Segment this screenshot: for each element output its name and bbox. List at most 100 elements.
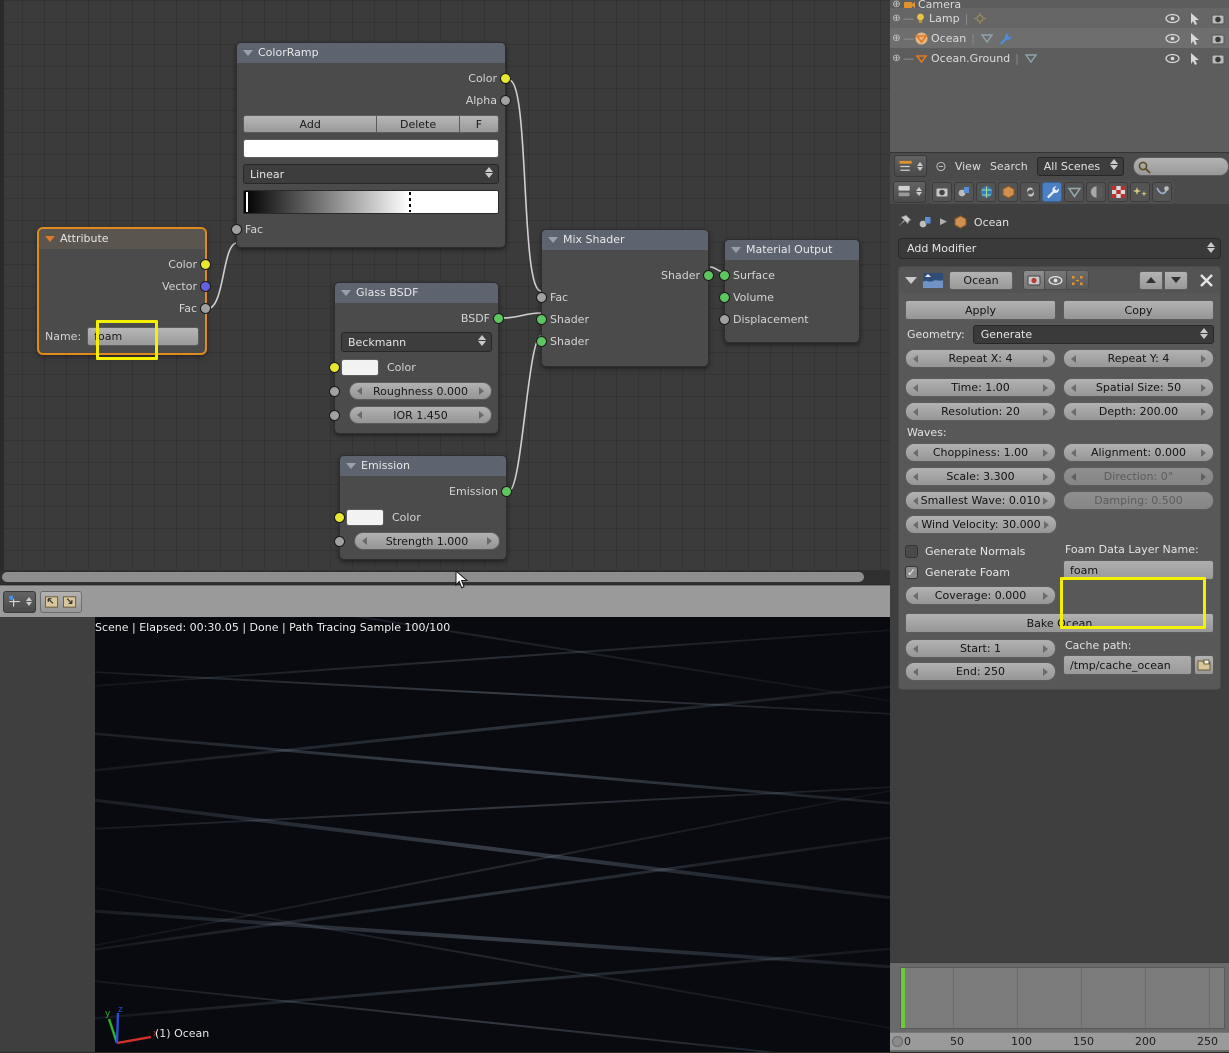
tab-object[interactable]: [998, 181, 1018, 202]
node-emission[interactable]: Emission Emission Color Strength 1.000: [334, 455, 512, 560]
collapse-triangle-icon[interactable]: [548, 237, 558, 243]
start-frame-field[interactable]: Start: 1: [905, 639, 1056, 658]
wind-velocity-field[interactable]: Wind Velocity: 30.000: [905, 515, 1057, 534]
roughness-field[interactable]: Roughness 0.000: [349, 382, 492, 400]
image-copy-icon[interactable]: [62, 594, 78, 609]
copy-button[interactable]: Copy: [1063, 300, 1214, 320]
node-header[interactable]: ColorRamp: [237, 43, 505, 63]
socket-shader-output[interactable]: [703, 269, 714, 281]
socket-fac-input[interactable]: [536, 291, 547, 303]
object-icon[interactable]: [918, 215, 934, 230]
expand-icon[interactable]: ⊕: [890, 13, 903, 24]
geometry-dropdown[interactable]: Generate: [972, 325, 1214, 344]
end-frame-field[interactable]: End: 250: [905, 662, 1056, 681]
outliner-row-lamp[interactable]: ⊕ — Lamp |: [890, 8, 1229, 28]
generate-normals-row[interactable]: Generate Normals: [905, 541, 1056, 562]
node-header[interactable]: Glass BSDF: [335, 283, 498, 303]
add-modifier-dropdown[interactable]: Add Modifier: [898, 238, 1221, 259]
colorramp-name-field[interactable]: [243, 139, 499, 158]
mesh-data-icon[interactable]: [1024, 52, 1038, 65]
tab-modifiers[interactable]: [1042, 181, 1062, 202]
node-header[interactable]: Material Output: [725, 240, 859, 260]
distribution-dropdown[interactable]: Beckmann: [341, 332, 492, 352]
mesh-data-icon[interactable]: [980, 32, 994, 45]
node-header[interactable]: Attribute: [39, 229, 205, 249]
socket-fac-input[interactable]: [231, 223, 242, 235]
render-camera-icon[interactable]: [1211, 32, 1225, 45]
socket-color-input[interactable]: [334, 511, 345, 523]
menu-search[interactable]: Search: [990, 160, 1028, 173]
outliner-row-ocean-ground[interactable]: ⊕ — Ocean.Ground |: [890, 48, 1229, 68]
damping-field[interactable]: Damping: 0.500: [1063, 491, 1214, 510]
generate-foam-row[interactable]: ✓ Generate Foam: [905, 562, 1056, 583]
smallest-wave-field[interactable]: Smallest Wave: 0.010: [905, 491, 1056, 510]
socket-color-input[interactable]: [329, 361, 340, 373]
color-swatch[interactable]: [346, 508, 384, 526]
socket-strength-input[interactable]: [334, 535, 345, 547]
tab-data[interactable]: [1064, 181, 1084, 202]
socket-color-output[interactable]: [200, 258, 211, 270]
tab-material[interactable]: [1086, 181, 1106, 202]
strength-field[interactable]: Strength 1.000: [354, 532, 500, 550]
editor-type-selector[interactable]: [3, 590, 36, 613]
node-material-output[interactable]: Material Output Surface Volume Displacem…: [719, 239, 860, 343]
socket-roughness-input[interactable]: [329, 385, 340, 397]
ramp-stop-1[interactable]: [409, 192, 412, 212]
scene-filter-dropdown[interactable]: All Scenes: [1036, 156, 1124, 176]
delete-button[interactable]: Delete: [377, 115, 460, 133]
render-camera-icon[interactable]: [1211, 12, 1225, 25]
node-attribute[interactable]: Attribute Color Vector Fac Name: foam: [38, 228, 211, 354]
timeline-scroll-handle[interactable]: [892, 1036, 903, 1047]
node-header[interactable]: Mix Shader: [542, 230, 708, 250]
scale-field[interactable]: Scale: 3.300: [905, 467, 1056, 486]
attribute-name-input[interactable]: foam: [87, 327, 199, 346]
socket-fac-output[interactable]: [200, 302, 211, 314]
socket-emission-output[interactable]: [501, 485, 512, 497]
viewport-visibility-toggle[interactable]: [1045, 270, 1067, 290]
render-visibility-toggle[interactable]: [1023, 270, 1045, 290]
foam-layer-input[interactable]: foam: [1063, 560, 1214, 580]
socket-surface-input[interactable]: [719, 269, 730, 281]
socket-displacement-input[interactable]: [719, 313, 730, 325]
spatial-size-field[interactable]: Spatial Size: 50: [1063, 378, 1214, 397]
socket-bsdf-output[interactable]: [493, 312, 504, 324]
socket-ior-input[interactable]: [329, 409, 340, 421]
search-input[interactable]: [1132, 156, 1229, 176]
resolution-field[interactable]: Resolution: 20: [905, 402, 1056, 421]
timeline-playhead[interactable]: [901, 968, 905, 1028]
node-editor-hscrollbar[interactable]: [0, 570, 890, 584]
socket-volume-input[interactable]: [719, 291, 730, 303]
generate-foam-checkbox[interactable]: ✓: [905, 566, 918, 579]
move-down-button[interactable]: [1164, 270, 1188, 290]
context-type-selector[interactable]: [893, 180, 926, 203]
scrollbar-thumb[interactable]: [2, 572, 864, 582]
eye-icon[interactable]: [1165, 53, 1180, 64]
collapse-triangle-icon[interactable]: [905, 276, 917, 284]
cursor-arrow-icon[interactable]: [1190, 52, 1201, 65]
color-swatch[interactable]: [341, 358, 379, 376]
pin-icon[interactable]: [896, 214, 912, 230]
node-glass-bsdf[interactable]: Glass BSDF BSDF Beckmann Color Roughness…: [329, 282, 504, 434]
move-up-button[interactable]: [1139, 270, 1163, 290]
collapse-triangle-icon[interactable]: [243, 50, 253, 56]
node-colorramp[interactable]: ColorRamp Color Alpha Add Delete F Linea…: [231, 42, 511, 248]
tab-physics[interactable]: [1152, 181, 1172, 202]
collapse-menu-icon[interactable]: [936, 160, 946, 173]
tab-world[interactable]: [976, 181, 996, 202]
timeline-editor[interactable]: 0 50 100 150 200 250: [890, 962, 1229, 1052]
outliner[interactable]: ⊕ Camera ⊕ — Lamp | ⊕ — Ocean | ⊕ — Ocea…: [890, 0, 1229, 152]
tab-constraints[interactable]: [1020, 181, 1040, 202]
socket-shader1-input[interactable]: [536, 313, 547, 325]
repeat-x-field[interactable]: Repeat X: 4: [905, 349, 1056, 368]
cursor-arrow-icon[interactable]: [1190, 32, 1201, 45]
image-editor-render-view[interactable]: x y z: [0, 617, 890, 1052]
depth-field[interactable]: Depth: 200.00: [1063, 402, 1214, 421]
interpolation-dropdown[interactable]: Linear: [243, 164, 499, 184]
modifier-name-field[interactable]: Ocean: [949, 270, 1013, 290]
expand-icon[interactable]: ⊕: [890, 33, 903, 44]
cache-path-input[interactable]: /tmp/cache_ocean: [1063, 655, 1192, 675]
wrench-modifier-icon[interactable]: [998, 32, 1013, 45]
eye-icon[interactable]: [1165, 33, 1180, 44]
socket-color-output[interactable]: [500, 72, 511, 84]
collapse-triangle-icon[interactable]: [346, 463, 356, 469]
